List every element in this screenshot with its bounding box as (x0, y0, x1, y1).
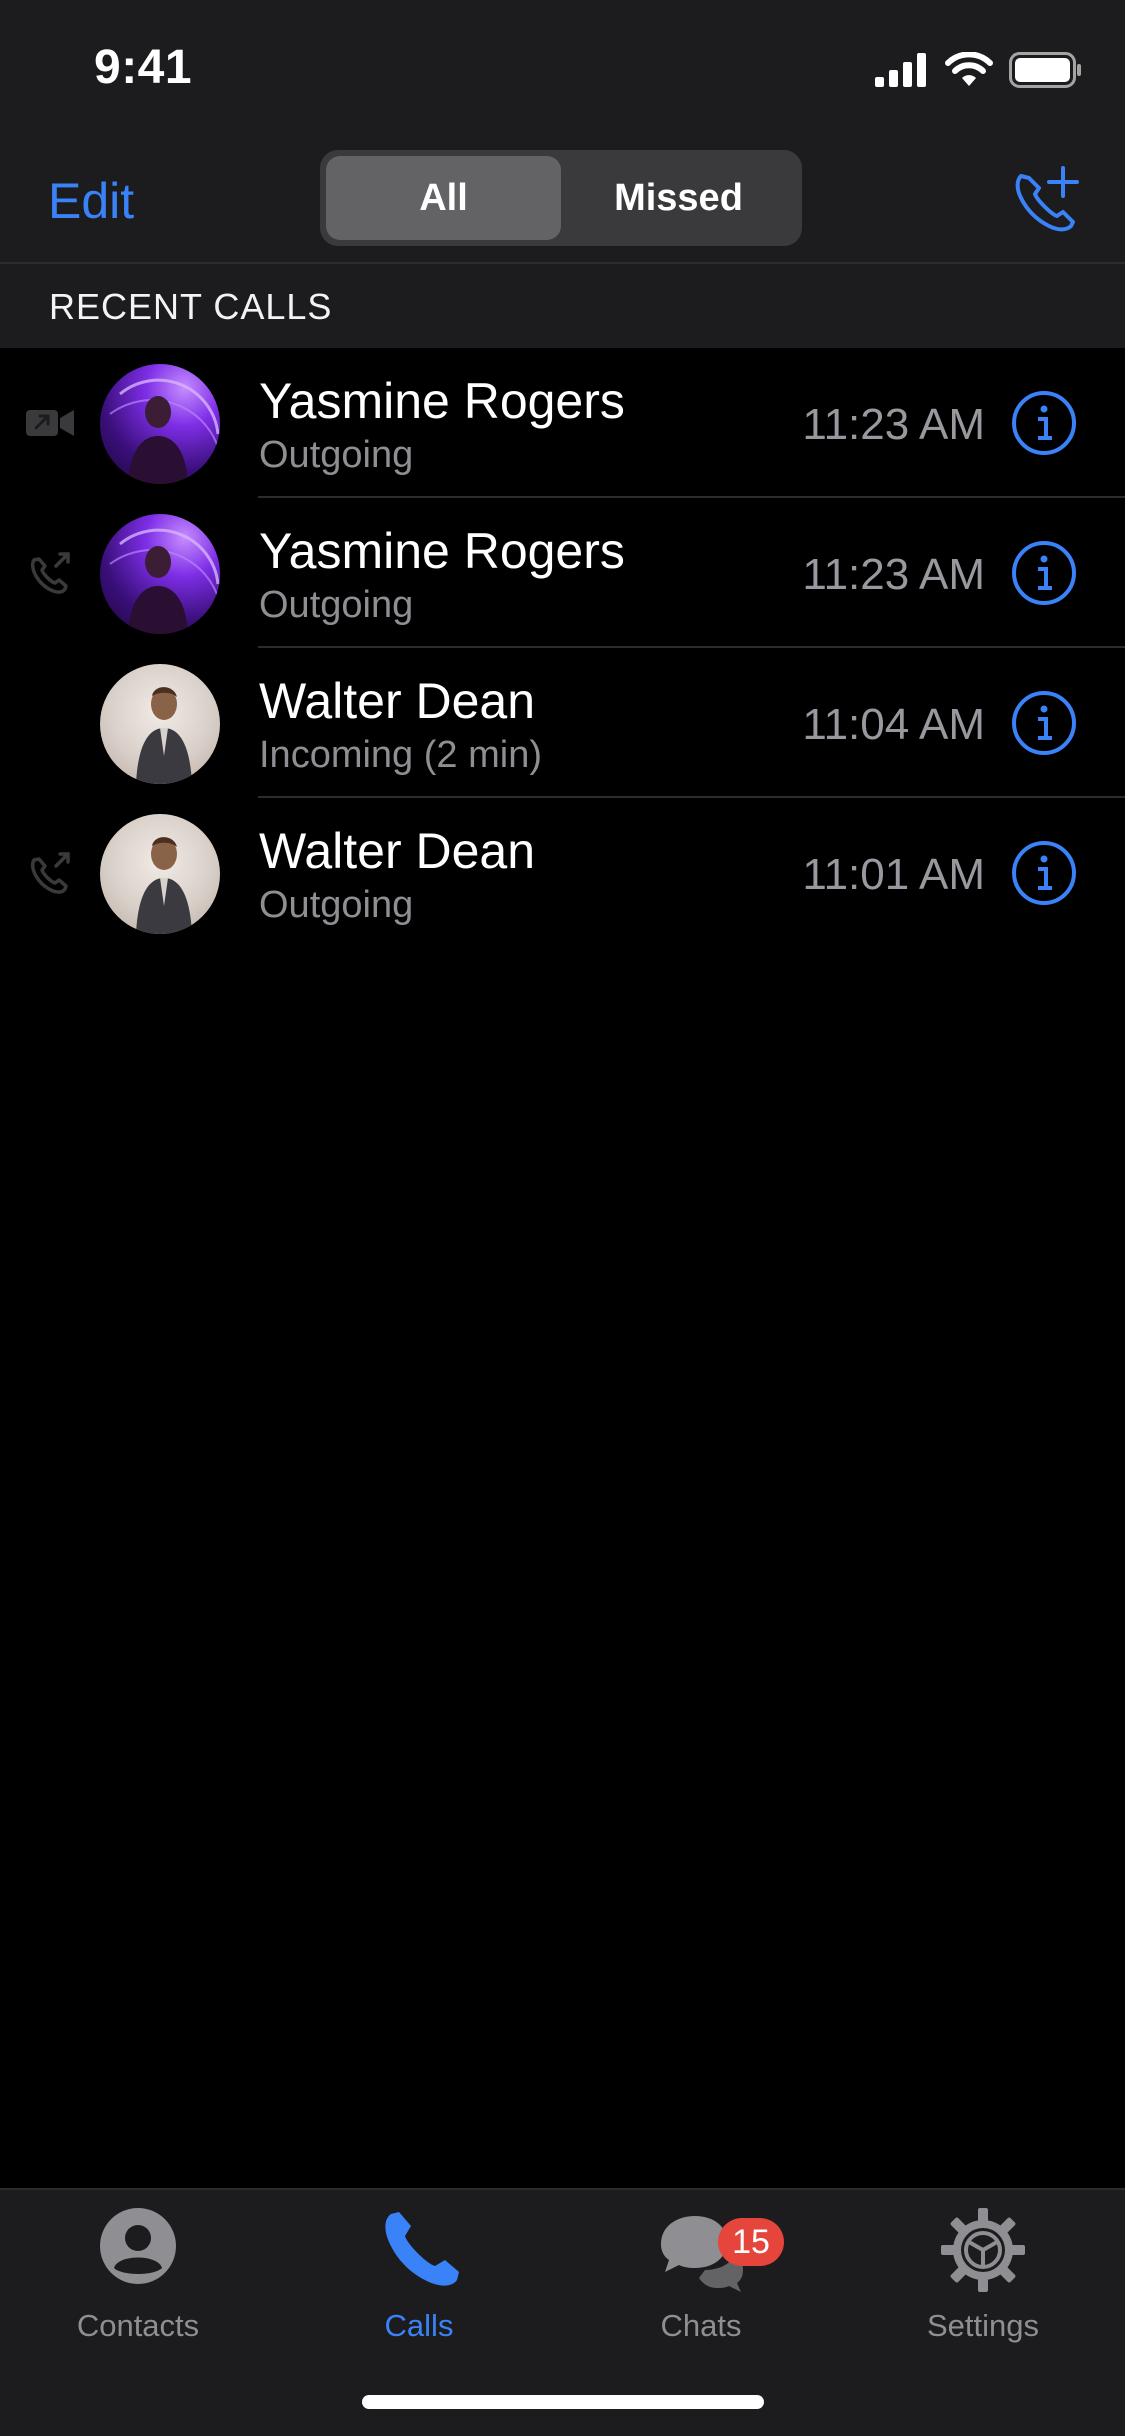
status-bar: 9:41 (0, 0, 1125, 132)
call-list: Yasmine Rogers Outgoing 11:23 AM Yasmine (0, 348, 1125, 948)
edit-button[interactable]: Edit (48, 172, 134, 230)
call-status: Outgoing (259, 884, 414, 926)
section-header: RECENT CALLS (0, 264, 1125, 348)
call-status: Outgoing (259, 584, 414, 626)
info-icon (1012, 391, 1076, 455)
call-time: 11:23 AM (802, 550, 985, 599)
call-row[interactable]: Yasmine Rogers Outgoing 11:23 AM (0, 498, 1125, 648)
tab-label: Contacts (76, 2308, 200, 2343)
info-button[interactable] (1011, 840, 1077, 906)
call-status: Incoming (2 min) (259, 734, 542, 776)
video-outgoing-icon (26, 410, 74, 436)
tab-settings[interactable]: Settings (883, 2206, 1083, 2346)
battery-icon (1009, 52, 1081, 88)
phone-plus-icon (1015, 166, 1079, 232)
info-button[interactable] (1011, 390, 1077, 456)
segment-missed[interactable]: Missed (561, 156, 796, 240)
info-button[interactable] (1011, 540, 1077, 606)
phone-outgoing-icon (30, 852, 70, 894)
home-indicator[interactable] (362, 2395, 764, 2409)
info-button[interactable] (1011, 690, 1077, 756)
phone-outgoing-icon (30, 552, 70, 594)
call-row[interactable]: Walter Dean Outgoing 11:01 AM (0, 798, 1125, 948)
unread-badge: 15 (718, 2218, 784, 2266)
tab-chats[interactable]: 15 Chats (601, 2206, 801, 2346)
segmented-control: All Missed (320, 150, 802, 246)
info-icon (1012, 541, 1076, 605)
avatar[interactable] (100, 664, 220, 784)
call-time: 11:01 AM (802, 850, 985, 899)
avatar[interactable] (100, 514, 220, 634)
contact-name: Walter Dean (259, 673, 536, 729)
new-call-button[interactable] (1007, 162, 1083, 238)
tab-calls[interactable]: Calls (319, 2206, 519, 2346)
info-icon (1012, 841, 1076, 905)
tab-label: Calls (384, 2308, 454, 2343)
signal-icon (875, 53, 926, 87)
avatar[interactable] (100, 814, 220, 934)
gear-icon (941, 2208, 1025, 2292)
avatar[interactable] (100, 364, 220, 484)
tab-label: Chats (660, 2308, 742, 2343)
section-title: RECENT CALLS (49, 286, 333, 327)
call-time: 11:04 AM (802, 700, 985, 749)
tab-contacts[interactable]: Contacts (38, 2206, 238, 2346)
phone-icon (385, 2212, 459, 2286)
wifi-icon (945, 52, 993, 86)
status-icons (875, 50, 1083, 90)
person-icon (100, 2208, 176, 2284)
call-row[interactable]: Yasmine Rogers Outgoing 11:23 AM (0, 348, 1125, 498)
contact-name: Yasmine Rogers (259, 373, 625, 429)
tab-label: Settings (926, 2308, 1039, 2343)
call-status: Outgoing (259, 434, 414, 476)
call-time: 11:23 AM (802, 400, 985, 449)
segment-all[interactable]: All (326, 156, 561, 240)
status-time: 9:41 (94, 41, 193, 94)
contact-name: Walter Dean (259, 823, 536, 879)
contact-name: Yasmine Rogers (259, 523, 625, 579)
info-icon (1012, 691, 1076, 755)
nav-bar: Edit All Missed (0, 132, 1125, 264)
call-row[interactable]: Walter Dean Incoming (2 min) 11:04 AM (0, 648, 1125, 798)
